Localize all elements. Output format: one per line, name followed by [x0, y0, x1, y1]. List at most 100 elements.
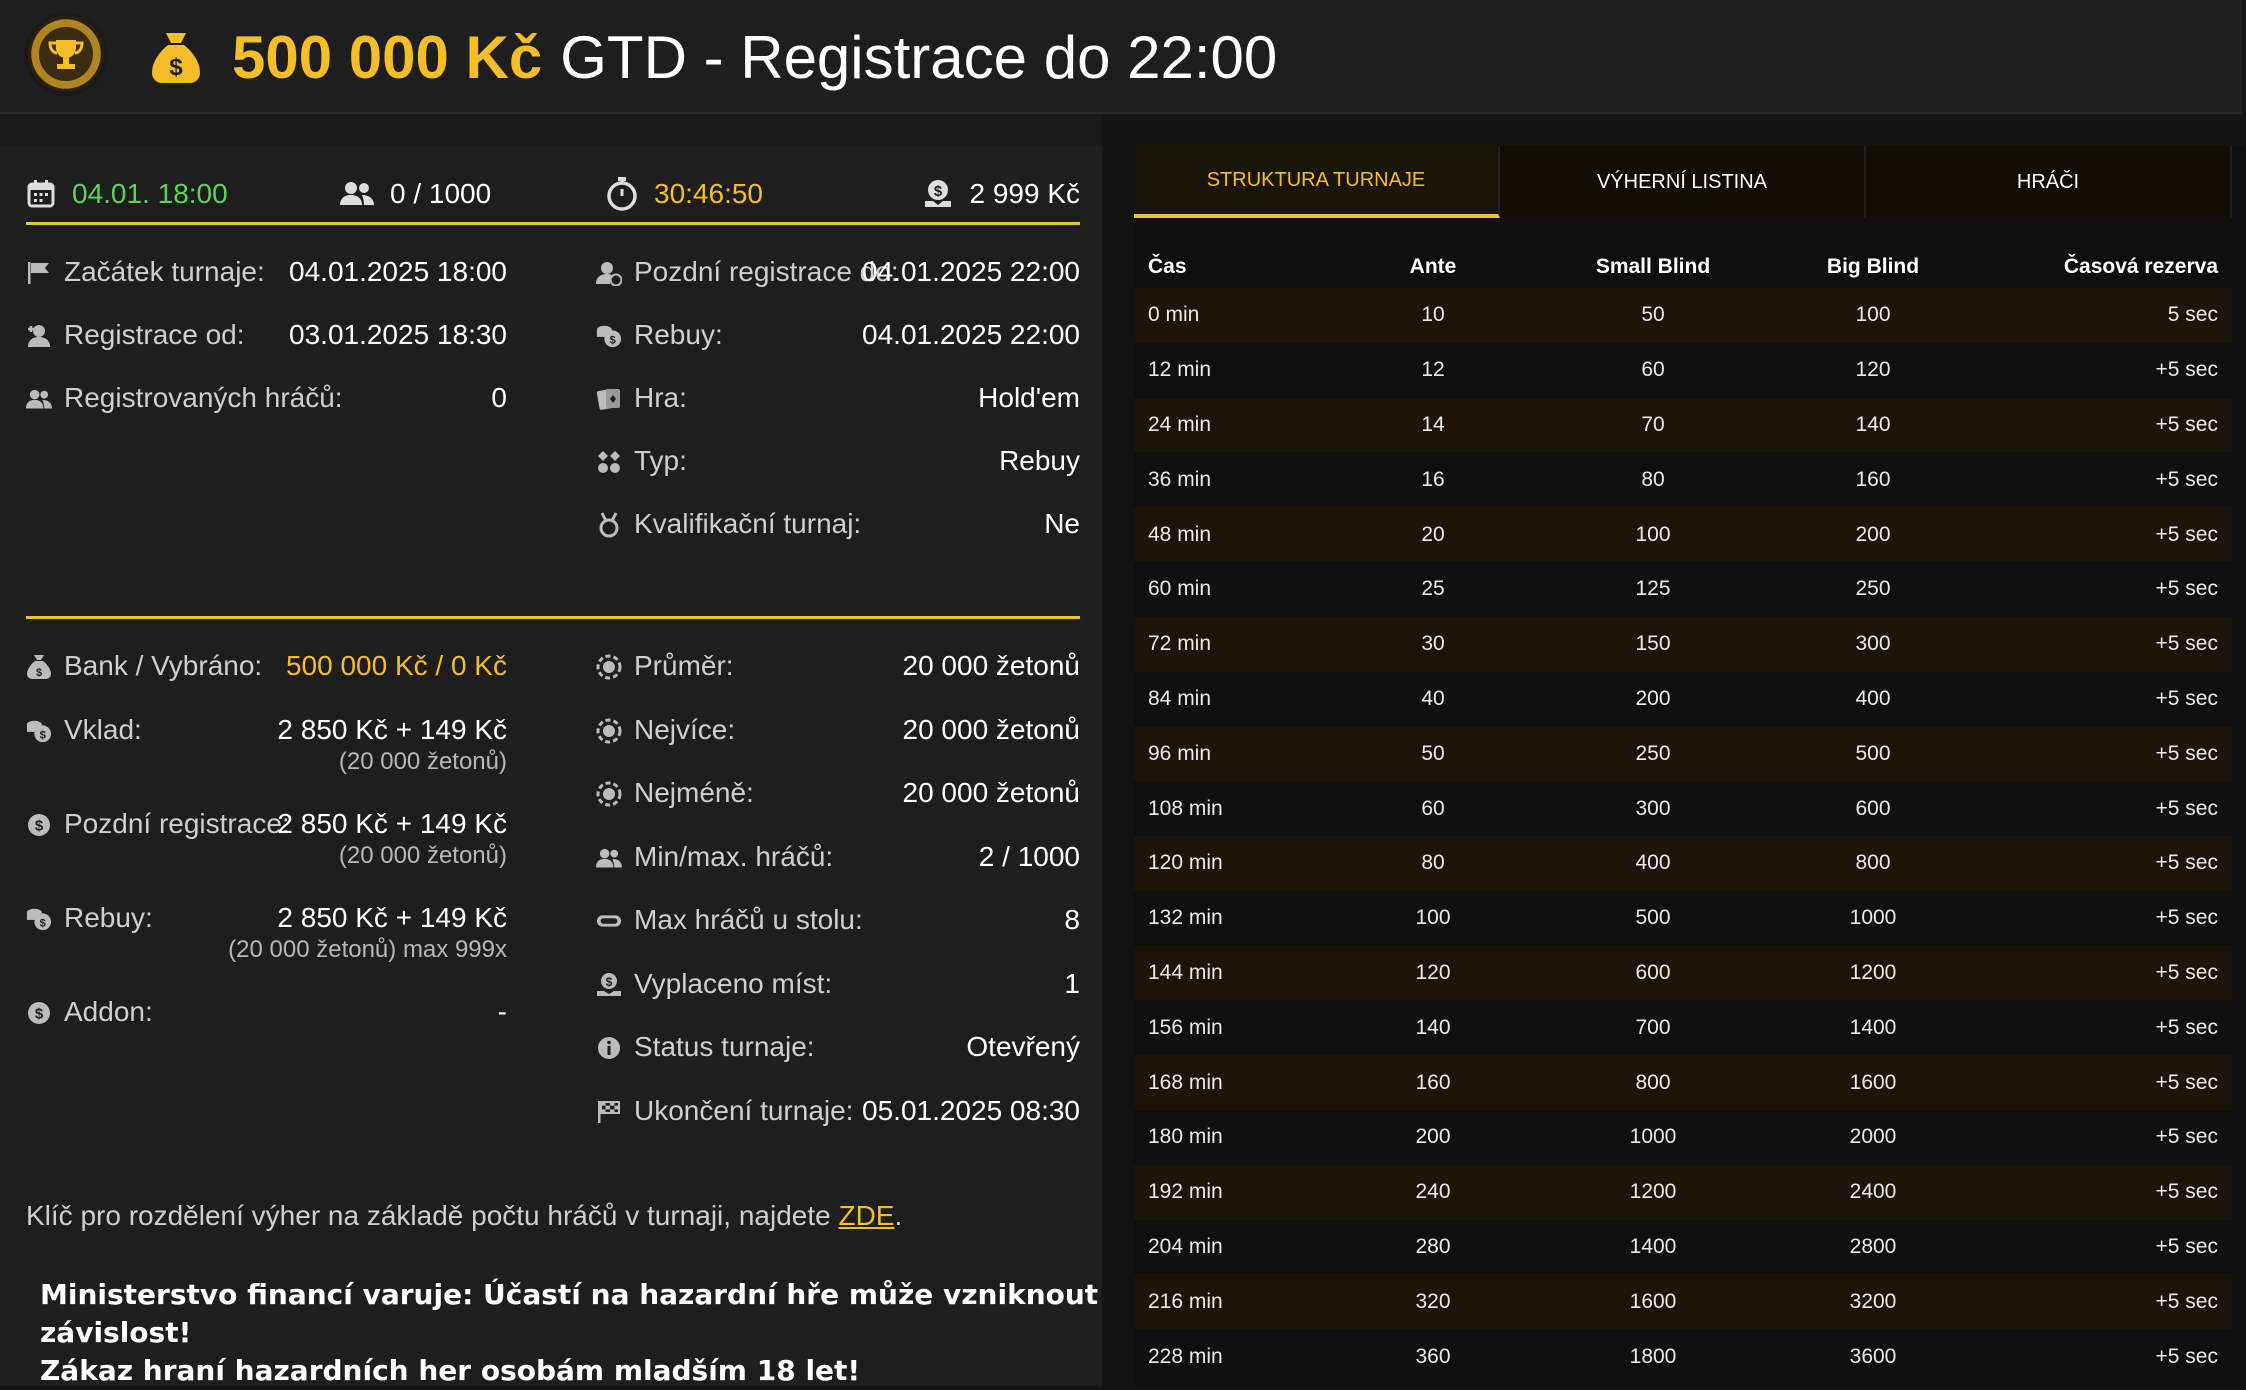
svg-text:$: $: [40, 729, 47, 741]
table-row: 180 min 200 1000 2000 +5 sec: [1134, 1109, 2232, 1165]
moneybag-icon: $: [152, 33, 200, 83]
flag-icon: [26, 260, 52, 286]
table-cell: 2400: [1798, 1164, 1948, 1220]
table-cell: 96 min: [1134, 726, 1358, 782]
table-cell: 280: [1358, 1219, 1508, 1275]
info-row: Registrovaných hráčů:: [26, 382, 343, 414]
users-icon: [26, 386, 52, 412]
info-value: -: [498, 996, 507, 1028]
warning-line-1: Ministerstvo financí varuje: Účastí na h…: [40, 1278, 1099, 1349]
table-cell: 1200: [1508, 1164, 1798, 1220]
info-value: 03.01.2025 18:30: [289, 319, 507, 351]
info-value: 1: [1064, 968, 1080, 1000]
svg-text:$: $: [610, 334, 617, 346]
tab-bar: STRUKTURA TURNAJE VÝHERNÍ LISTINA HRÁČI: [1134, 146, 2232, 218]
table-cell: 216 min: [1134, 1274, 1358, 1330]
table-cell: 60: [1358, 781, 1508, 836]
table-cell: 250: [1508, 726, 1798, 782]
table-row: 96 min 50 250 500 +5 sec: [1134, 726, 2232, 782]
table-row: 0 min 10 50 100 5 sec: [1134, 288, 2232, 343]
info-value: 04.01.2025 18:00: [289, 256, 507, 288]
table-row: 24 min 14 70 140 +5 sec: [1134, 397, 2232, 453]
info-value-text: Otevřený: [966, 1031, 1080, 1062]
table-cell: +5 sec: [1948, 1329, 2232, 1384]
table-row: 132 min 100 500 1000 +5 sec: [1134, 890, 2232, 946]
table-cell: 1800: [1508, 1329, 1798, 1384]
table-row: 216 min 320 1600 3200 +5 sec: [1134, 1274, 2232, 1330]
payout-key-link[interactable]: ZDE: [838, 1200, 894, 1231]
tab-players[interactable]: HRÁČI: [1866, 146, 2232, 218]
info-value-sub: (20 000 žetonů) max 999x: [228, 936, 507, 963]
table-cell: 1400: [1798, 1000, 1948, 1056]
table-cell: +5 sec: [1948, 671, 2232, 727]
start-date-text: 04.01. 18:00: [72, 178, 228, 209]
table-cell: 1000: [1798, 890, 1948, 946]
table-cell: 3600: [1798, 1329, 1948, 1384]
medal-icon: [596, 512, 622, 538]
table-row: 156 min 140 700 1400 +5 sec: [1134, 1000, 2232, 1056]
buyin-text: 2 999 Kč: [969, 178, 1080, 209]
table-row: 192 min 240 1200 2400 +5 sec: [1134, 1164, 2232, 1220]
table-cell: +5 sec: [1948, 1055, 2232, 1110]
table-cell: 150: [1508, 616, 1798, 672]
info-row: $ Rebuy:: [596, 319, 723, 351]
table-cell: 200: [1508, 671, 1798, 727]
tab-prize-list[interactable]: VÝHERNÍ LISTINA: [1500, 146, 1866, 218]
checkered-flag-icon: [596, 1099, 622, 1125]
prize-amount: 500 000 Kč: [232, 23, 543, 91]
table-cell: 132 min: [1134, 890, 1358, 946]
user-add-icon: [26, 323, 52, 349]
payout-key-end: .: [894, 1200, 903, 1231]
info-value-sub: (20 000 žetonů): [338, 748, 507, 775]
payout-key-text: Klíč pro rozdělení výher na základě počt…: [26, 1200, 839, 1231]
payout-key-note: Klíč pro rozdělení výher na základě počt…: [26, 1200, 902, 1232]
svg-text:$: $: [35, 1006, 44, 1023]
info-value: 2 850 Kč + 149 Kč (20 000 žetonů) max 999…: [228, 902, 507, 964]
info-value: Otevřený: [966, 1031, 1080, 1063]
table-cell: 160: [1798, 452, 1948, 508]
info-row: $ Bank / Vybráno:: [26, 650, 262, 682]
calendar-icon: [27, 180, 55, 208]
section-divider: [26, 616, 1080, 619]
info-label: Nejméně:: [634, 777, 754, 808]
table-cell: 800: [1508, 1055, 1798, 1110]
info-value: 2 850 Kč + 149 Kč (20 000 žetonů): [277, 714, 507, 776]
info-value: 0: [491, 382, 507, 414]
info-label: Bank / Vybráno:: [64, 650, 263, 681]
info-label: Typ:: [634, 445, 687, 476]
table-cell: 0 min: [1134, 288, 1358, 343]
table-cell: +5 sec: [1948, 397, 2232, 453]
info-value: 20 000 žetonů: [903, 777, 1081, 809]
coins-icon: $: [26, 906, 52, 932]
table-cell: 180 min: [1134, 1109, 1358, 1165]
info-row: Začátek turnaje:: [26, 256, 265, 288]
table-cell: 12: [1358, 342, 1508, 398]
structure-table: 0 min 10 50 100 5 sec 12 min 12 60 120 +5 sec 24 m…: [1134, 288, 2232, 1384]
col-big-blind: Big Blind: [1826, 255, 1920, 278]
info-value-text: Hold'em: [978, 382, 1080, 413]
info-label: Pozdní registrace:: [64, 808, 290, 839]
table-cell: +5 sec: [1948, 1164, 2232, 1220]
info-row: $ Pozdní registrace:: [26, 808, 290, 840]
table-cell: 84 min: [1134, 671, 1358, 727]
info-label: Status turnaje:: [634, 1031, 815, 1062]
info-label: Vklad:: [64, 714, 142, 745]
table-cell: 50: [1508, 288, 1798, 343]
table-cell: 168 min: [1134, 1055, 1358, 1110]
info-value-text: 2 850 Kč + 149 Kč: [277, 808, 507, 839]
table-cell: 108 min: [1134, 781, 1358, 836]
info-label: Začátek turnaje:: [64, 256, 265, 287]
table-row: 12 min 12 60 120 +5 sec: [1134, 342, 2232, 398]
table-cell: 20: [1358, 507, 1508, 562]
svg-text:$: $: [934, 183, 943, 200]
table-cell: 40: [1358, 671, 1508, 727]
table-row: 36 min 16 80 160 +5 sec: [1134, 452, 2232, 508]
table-cell: 100: [1508, 507, 1798, 562]
info-value-text: 04.01.2025 18:00: [289, 256, 507, 287]
users-icon: [596, 845, 622, 871]
info-value: Rebuy: [999, 445, 1080, 477]
tab-structure[interactable]: STRUKTURA TURNAJE: [1134, 146, 1500, 218]
dollar-coin-icon: $: [26, 1000, 52, 1026]
col-time-bank: Časová rezerva: [2063, 255, 2218, 278]
table-cell: 25: [1358, 561, 1508, 617]
